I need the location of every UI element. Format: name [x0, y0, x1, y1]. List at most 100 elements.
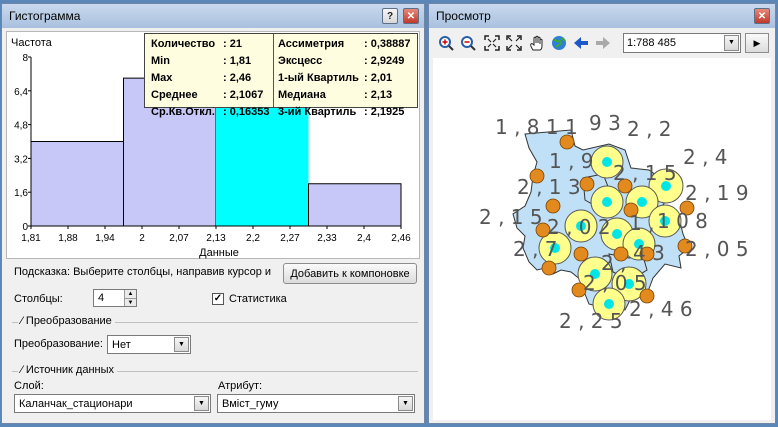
full-extent-icon[interactable]	[483, 34, 501, 52]
stat-label: Ср.Кв.Откл.	[151, 106, 215, 118]
transform-select[interactable]: Нет ▼	[107, 335, 191, 354]
stats-left-column: Количество: 21 Min: 1,81 Max: 2,46 Средн…	[151, 36, 269, 121]
histogram-bar[interactable]	[308, 183, 402, 227]
stat-value: : 1,81	[223, 55, 252, 67]
map-label: 2 , 1 3	[517, 175, 581, 199]
sample-point	[545, 198, 561, 214]
stat-value: : 21	[223, 38, 242, 50]
sample-point	[637, 197, 647, 207]
x-tick-label: 2,46	[391, 233, 411, 244]
histogram-titlebar[interactable]: Гистограмма ? ✕	[2, 4, 424, 28]
y-tick-label: 3,2	[14, 154, 28, 165]
transform-label: Преобразование:	[14, 338, 103, 350]
attribute-select[interactable]: Вміст_гуму ▼	[217, 394, 415, 413]
bins-label: Столбцы:	[14, 293, 63, 305]
y-tick-label: 6,4	[14, 87, 28, 98]
x-tick-label: 2,27	[280, 233, 300, 244]
stat-row: Ассиметрия: 0,38887	[278, 36, 410, 53]
zoom-in-icon[interactable]	[437, 34, 455, 52]
globe-icon[interactable]	[550, 34, 568, 52]
x-axis-label: Данные	[199, 247, 239, 259]
back-icon[interactable]	[572, 34, 590, 52]
viewer-titlebar[interactable]: Просмотр ✕	[429, 4, 775, 28]
stat-label: Среднее	[151, 89, 198, 101]
viewer-toolbar: 1:788 485 ▼ ▶	[433, 32, 771, 54]
forward-icon[interactable]	[594, 34, 612, 52]
stat-value: : 2,1067	[223, 89, 264, 101]
scale-select[interactable]: 1:788 485 ▼	[623, 33, 741, 53]
map-label: 2 , 4	[683, 145, 728, 169]
viewer-title: Просмотр	[436, 9, 491, 23]
stepper-down-icon[interactable]: ▼	[124, 298, 136, 306]
transform-group-title: ⁄ Преобразование	[18, 315, 115, 327]
x-tick-label: 1,94	[95, 233, 115, 244]
stat-value: : 2,01	[364, 72, 393, 84]
chevron-down-icon[interactable]: ▼	[724, 35, 739, 51]
map-label: 2 , 2 5	[559, 309, 623, 333]
stat-row: Эксцесс: 2,9249	[278, 53, 410, 70]
x-tick-label: 2,4	[357, 233, 371, 244]
source-group-text: Источник данных	[25, 364, 115, 376]
stat-label: 1-ый Квартиль	[278, 72, 359, 84]
stat-row: 3-ий Квартиль: 2,1925	[278, 104, 410, 121]
attribute-value: Вміст_гуму	[222, 398, 279, 410]
stat-label: Количество	[151, 38, 216, 50]
map-label: 1 ,	[629, 211, 654, 235]
hint-text: Подсказка: Выберите столбцы, направив ку…	[14, 266, 272, 278]
map-label: 2 , 0 5	[685, 237, 749, 261]
bins-stepper[interactable]: 4 ▲ ▼	[93, 289, 137, 307]
help-button[interactable]: ?	[382, 8, 398, 24]
map-label: 2 , 0 2	[547, 215, 611, 239]
zoom-out-icon[interactable]	[459, 34, 477, 52]
transform-group-text: Преобразование	[25, 315, 112, 327]
map-canvas[interactable]: 1 , 8 1 1 9 3 2 , 2 1 , 9 2 , 4 2 , 1 3 …	[433, 58, 771, 420]
stat-label: Ассиметрия	[278, 38, 345, 50]
layer-select[interactable]: Каланчак_стационари ▼	[14, 394, 211, 413]
y-tick-label: 1,6	[14, 188, 28, 199]
histogram-bar[interactable]	[30, 141, 124, 227]
x-tick-label: 2	[139, 233, 145, 244]
bins-value: 4	[98, 292, 105, 304]
pan-icon[interactable]	[528, 34, 546, 52]
map-label: 2 ,	[601, 251, 626, 275]
y-tick-label: 0	[22, 222, 28, 233]
transform-value: Нет	[112, 339, 131, 351]
x-tick-label: 1,88	[58, 233, 78, 244]
sample-point	[604, 299, 614, 309]
close-button[interactable]: ✕	[403, 8, 419, 24]
chevron-down-icon[interactable]: ▼	[398, 396, 413, 411]
play-button[interactable]: ▶	[745, 33, 769, 53]
histogram-title: Гистограмма	[9, 9, 81, 23]
map-label: 2 , 1 5	[479, 205, 543, 229]
y-tick-label: 4,8	[14, 121, 28, 132]
sample-point	[541, 260, 557, 276]
map-label: 1 0 8	[657, 209, 708, 233]
stat-row: Min: 1,81	[151, 53, 269, 70]
map-label: 2 , 2	[627, 117, 672, 141]
x-tick-label: 2,33	[317, 233, 337, 244]
stat-row: Количество : 21	[151, 36, 269, 53]
layer-label: Слой:	[14, 380, 44, 392]
stat-label: Max	[151, 72, 173, 84]
statistics-panel: Количество: 21 Min: 1,81 Max: 2,46 Средн…	[144, 33, 418, 118]
stats-separator	[273, 34, 274, 107]
sample-point	[612, 229, 622, 239]
stat-label: Медиана	[278, 89, 326, 101]
fixed-zoom-icon[interactable]	[505, 34, 523, 52]
attribute-label: Атрибут:	[218, 380, 263, 392]
statistics-checkbox[interactable]: ✓	[212, 293, 224, 305]
map-label: 9 3	[589, 111, 621, 135]
chevron-down-icon[interactable]: ▼	[194, 396, 209, 411]
sample-point	[602, 197, 612, 207]
stat-row: Медиана: 2,13	[278, 87, 410, 104]
map-svg: 1 , 8 1 1 9 3 2 , 2 1 , 9 2 , 4 2 , 1 3 …	[479, 111, 749, 333]
x-tick-label: 2,07	[169, 233, 189, 244]
x-tick-label: 1,81	[21, 233, 41, 244]
stat-value: : 2,1925	[364, 106, 405, 118]
histogram-chart: Частота Данные 8 6,4 4,8 3,2 1,6 0 1,81 1,88 1,9…	[6, 31, 420, 259]
add-to-layout-button[interactable]: Добавить к компоновке	[283, 263, 417, 284]
map-label: 2 , 1 9	[685, 181, 749, 205]
stepper-up-icon[interactable]: ▲	[124, 290, 136, 298]
chevron-down-icon[interactable]: ▼	[174, 337, 189, 352]
viewer-close-button[interactable]: ✕	[754, 8, 770, 24]
